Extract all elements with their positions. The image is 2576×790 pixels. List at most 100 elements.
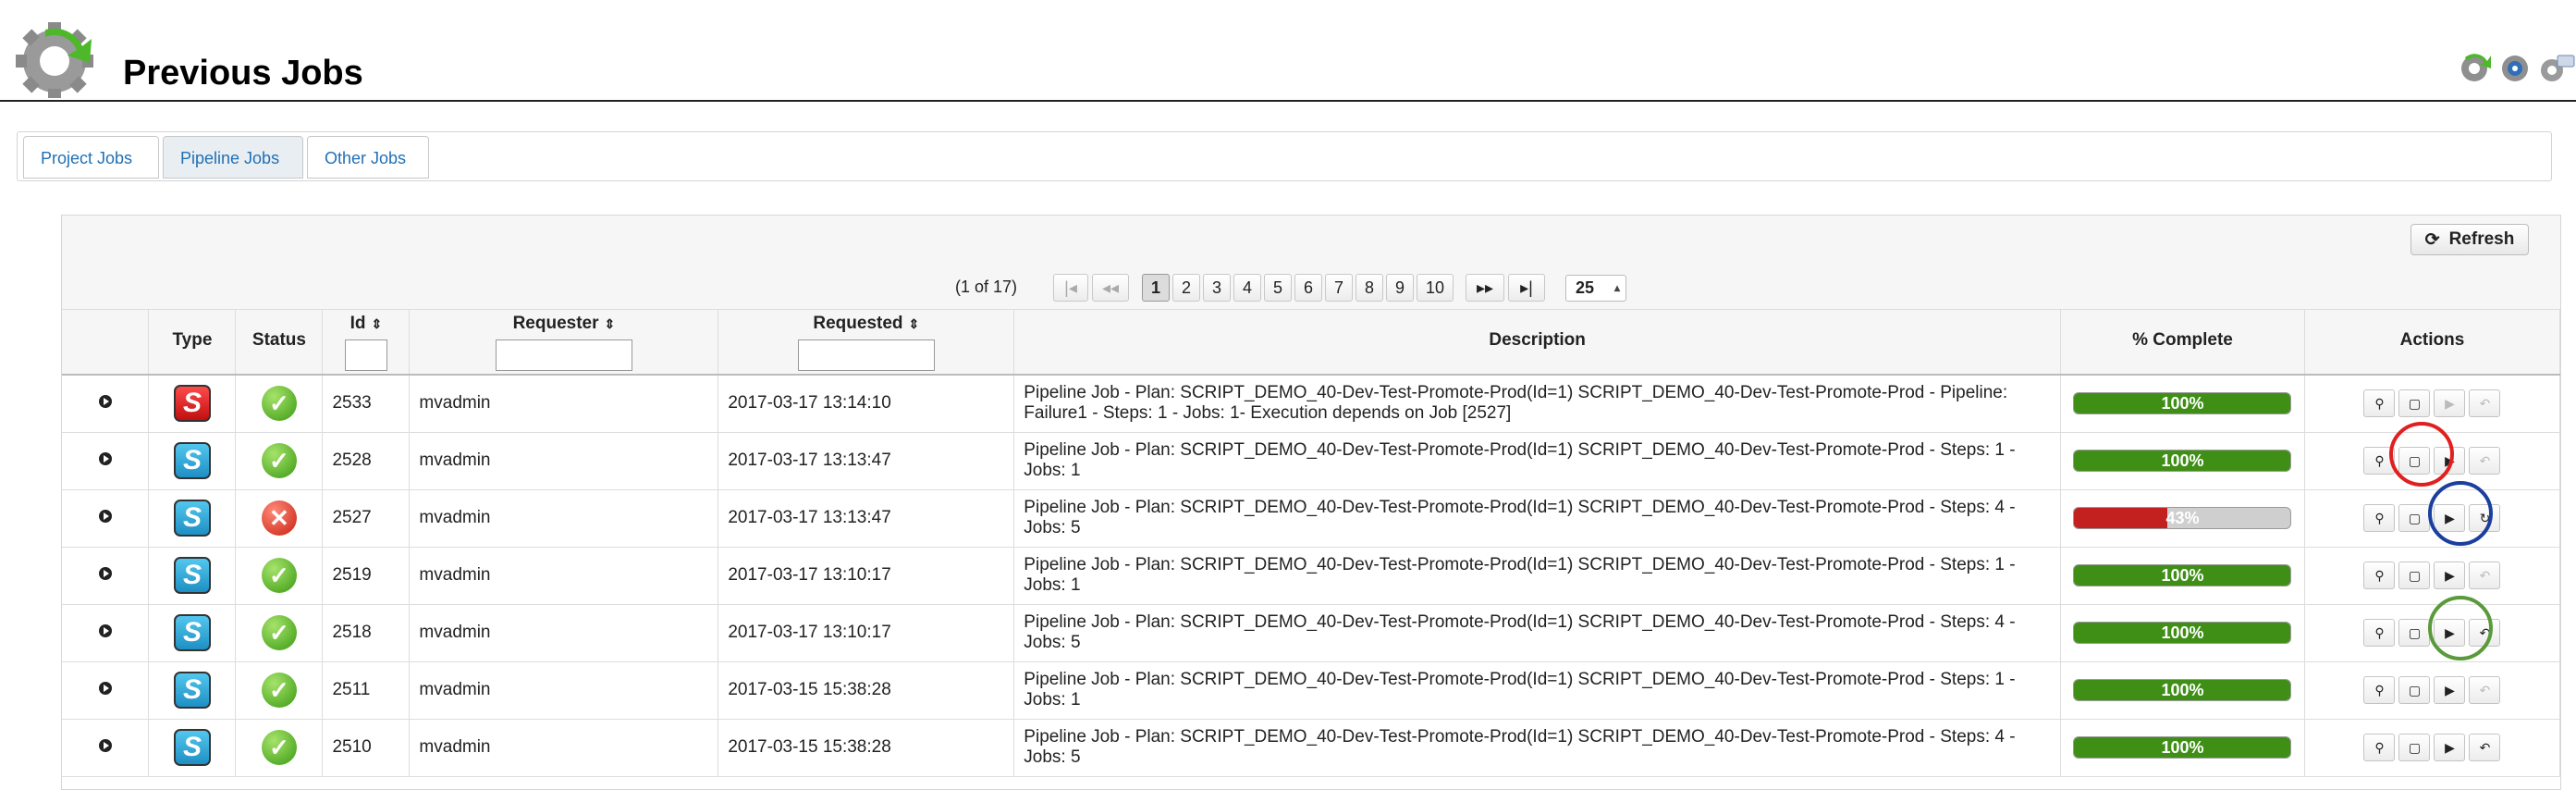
table-row[interactable]: S ✕ 2527 mvadmin 2017-03-17 13:13:47 Pip… xyxy=(62,489,2561,548)
page-button-9[interactable]: 9 xyxy=(1386,274,1414,302)
run-button[interactable]: ▶ xyxy=(2434,676,2466,704)
run-button[interactable]: ▶ xyxy=(2434,389,2466,418)
refresh-button[interactable]: ⟳ Refresh xyxy=(2410,224,2529,255)
page-header: Previous Jobs xyxy=(0,0,2576,102)
col-requested[interactable]: Requested ⇕ xyxy=(718,310,1015,376)
page-button-4[interactable]: 4 xyxy=(1233,274,1261,302)
id-cell: 2519 xyxy=(322,547,411,605)
tab-project-jobs[interactable]: Project Jobs xyxy=(23,136,159,179)
expand-row-icon[interactable] xyxy=(98,624,112,637)
table-row[interactable]: S ✓ 2518 mvadmin 2017-03-17 13:10:17 Pip… xyxy=(62,604,2561,662)
description-cell: Pipeline Job - Plan: SCRIPT_DEMO_40-Dev-… xyxy=(1013,489,2061,548)
type-cell: S xyxy=(148,661,237,720)
row-expander-cell[interactable] xyxy=(62,604,150,662)
sort-icon[interactable]: ⇕ xyxy=(909,316,920,331)
run-icon: ▶ xyxy=(2445,567,2455,583)
page-button-8[interactable]: 8 xyxy=(1355,274,1383,302)
page-button-2[interactable]: 2 xyxy=(1172,274,1200,302)
toolbar: ⟳ Refresh xyxy=(62,216,2560,268)
page-button-1[interactable]: 1 xyxy=(1142,274,1170,302)
progress-cell: 100% xyxy=(2060,719,2305,777)
row-expander-cell[interactable] xyxy=(62,489,150,548)
id-filter-input[interactable] xyxy=(344,339,387,371)
pipeline-type-icon: S xyxy=(173,442,211,479)
log-button[interactable]: ▢ xyxy=(2398,676,2431,704)
green-gear-icon[interactable] xyxy=(2454,46,2495,87)
view-button[interactable]: ⚲ xyxy=(2363,619,2396,647)
view-icon: ⚲ xyxy=(2374,452,2385,468)
prev-page-button[interactable]: ◂◂ xyxy=(1092,274,1129,302)
log-button[interactable]: ▢ xyxy=(2398,619,2431,647)
run-button[interactable]: ▶ xyxy=(2434,562,2466,589)
requester-cell: mvadmin xyxy=(409,375,719,433)
requested-cell: 2017-03-17 13:14:10 xyxy=(718,375,1015,433)
row-expander-cell[interactable] xyxy=(62,375,150,433)
type-cell: S xyxy=(148,375,237,433)
last-page-button[interactable]: ▸| xyxy=(1508,274,1545,302)
view-button[interactable]: ⚲ xyxy=(2363,504,2396,532)
log-button[interactable]: ▢ xyxy=(2398,734,2431,761)
undo-button[interactable]: ↶ xyxy=(2469,562,2501,589)
tab-other-jobs[interactable]: Other Jobs xyxy=(307,136,429,179)
page-button-5[interactable]: 5 xyxy=(1264,274,1292,302)
page-button-3[interactable]: 3 xyxy=(1203,274,1231,302)
sort-icon[interactable]: ⇕ xyxy=(372,316,383,331)
undo-button[interactable]: ↶ xyxy=(2469,389,2501,418)
row-expander-cell[interactable] xyxy=(62,661,150,720)
requested-cell: 2017-03-17 13:10:17 xyxy=(718,547,1015,605)
progress-bar: 100% xyxy=(2073,564,2292,586)
tab-pipeline-jobs[interactable]: Pipeline Jobs xyxy=(163,136,303,179)
requester-filter-input[interactable] xyxy=(495,339,632,371)
rows-per-page-select[interactable]: 25 ▴▾ xyxy=(1565,275,1626,319)
actions-cell: ⚲ ▢ ▶ ↶ xyxy=(2304,661,2561,720)
expand-row-icon[interactable] xyxy=(98,395,112,409)
expand-row-icon[interactable] xyxy=(98,682,112,695)
log-button[interactable]: ▢ xyxy=(2398,562,2431,589)
table-row[interactable]: S ✓ 2511 mvadmin 2017-03-15 15:38:28 Pip… xyxy=(62,661,2561,720)
status-cell: ✓ xyxy=(235,432,324,490)
undo-button[interactable]: ↶ xyxy=(2469,676,2501,704)
log-button[interactable]: ▢ xyxy=(2398,389,2431,418)
requested-filter-input[interactable] xyxy=(797,339,935,371)
id-cell: 2528 xyxy=(322,432,411,490)
view-button[interactable]: ⚲ xyxy=(2363,676,2396,704)
sort-icon[interactable]: ⇕ xyxy=(604,316,615,331)
col-id[interactable]: Id ⇕ xyxy=(322,310,411,376)
settings-key-icon[interactable] xyxy=(2535,46,2576,87)
col-requester[interactable]: Requester ⇕ xyxy=(409,310,719,376)
job-tabs: Project Jobs Pipeline Jobs Other Jobs xyxy=(17,131,2552,181)
row-expander-cell[interactable] xyxy=(62,432,150,490)
table-row[interactable]: S ✓ 2533 mvadmin 2017-03-17 13:14:10 Pip… xyxy=(62,375,2561,433)
undo-button[interactable]: ↶ xyxy=(2469,447,2501,475)
blue-gear-icon[interactable] xyxy=(2495,46,2535,87)
requester-cell: mvadmin xyxy=(409,489,719,548)
col-expander xyxy=(62,310,150,376)
progress-cell: 100% xyxy=(2060,604,2305,662)
expand-row-icon[interactable] xyxy=(98,567,112,580)
view-button[interactable]: ⚲ xyxy=(2363,562,2396,589)
view-button[interactable]: ⚲ xyxy=(2363,389,2396,418)
col-status[interactable]: Status xyxy=(235,310,324,376)
expand-row-icon[interactable] xyxy=(98,510,112,523)
row-expander-cell[interactable] xyxy=(62,547,150,605)
table-row[interactable]: S ✓ 2510 mvadmin 2017-03-15 15:38:28 Pip… xyxy=(62,719,2561,777)
table-row[interactable]: S ✓ 2528 mvadmin 2017-03-17 13:13:47 Pip… xyxy=(62,432,2561,490)
table-row[interactable]: S ✓ 2519 mvadmin 2017-03-17 13:10:17 Pip… xyxy=(62,547,2561,605)
page-button-10[interactable]: 10 xyxy=(1417,274,1454,302)
next-page-button[interactable]: ▸▸ xyxy=(1466,274,1504,302)
pipeline-type-icon: S xyxy=(173,672,211,709)
table-header-row: Type Status Id ⇕ Requester ⇕ Requested ⇕ De… xyxy=(62,310,2561,376)
description-cell: Pipeline Job - Plan: SCRIPT_DEMO_40-Dev-… xyxy=(1013,719,2061,777)
view-button[interactable]: ⚲ xyxy=(2363,734,2396,761)
run-button[interactable]: ▶ xyxy=(2434,734,2466,761)
log-icon: ▢ xyxy=(2408,567,2422,583)
log-button[interactable]: ▢ xyxy=(2398,504,2431,532)
first-page-button[interactable]: |◂ xyxy=(1053,274,1088,302)
page-button-6[interactable]: 6 xyxy=(1294,274,1322,302)
row-expander-cell[interactable] xyxy=(62,719,150,777)
page-button-7[interactable]: 7 xyxy=(1325,274,1353,302)
col-type[interactable]: Type xyxy=(148,310,237,376)
expand-row-icon[interactable] xyxy=(98,452,112,465)
undo-button[interactable]: ↶ xyxy=(2469,734,2501,761)
expand-row-icon[interactable] xyxy=(98,739,112,752)
